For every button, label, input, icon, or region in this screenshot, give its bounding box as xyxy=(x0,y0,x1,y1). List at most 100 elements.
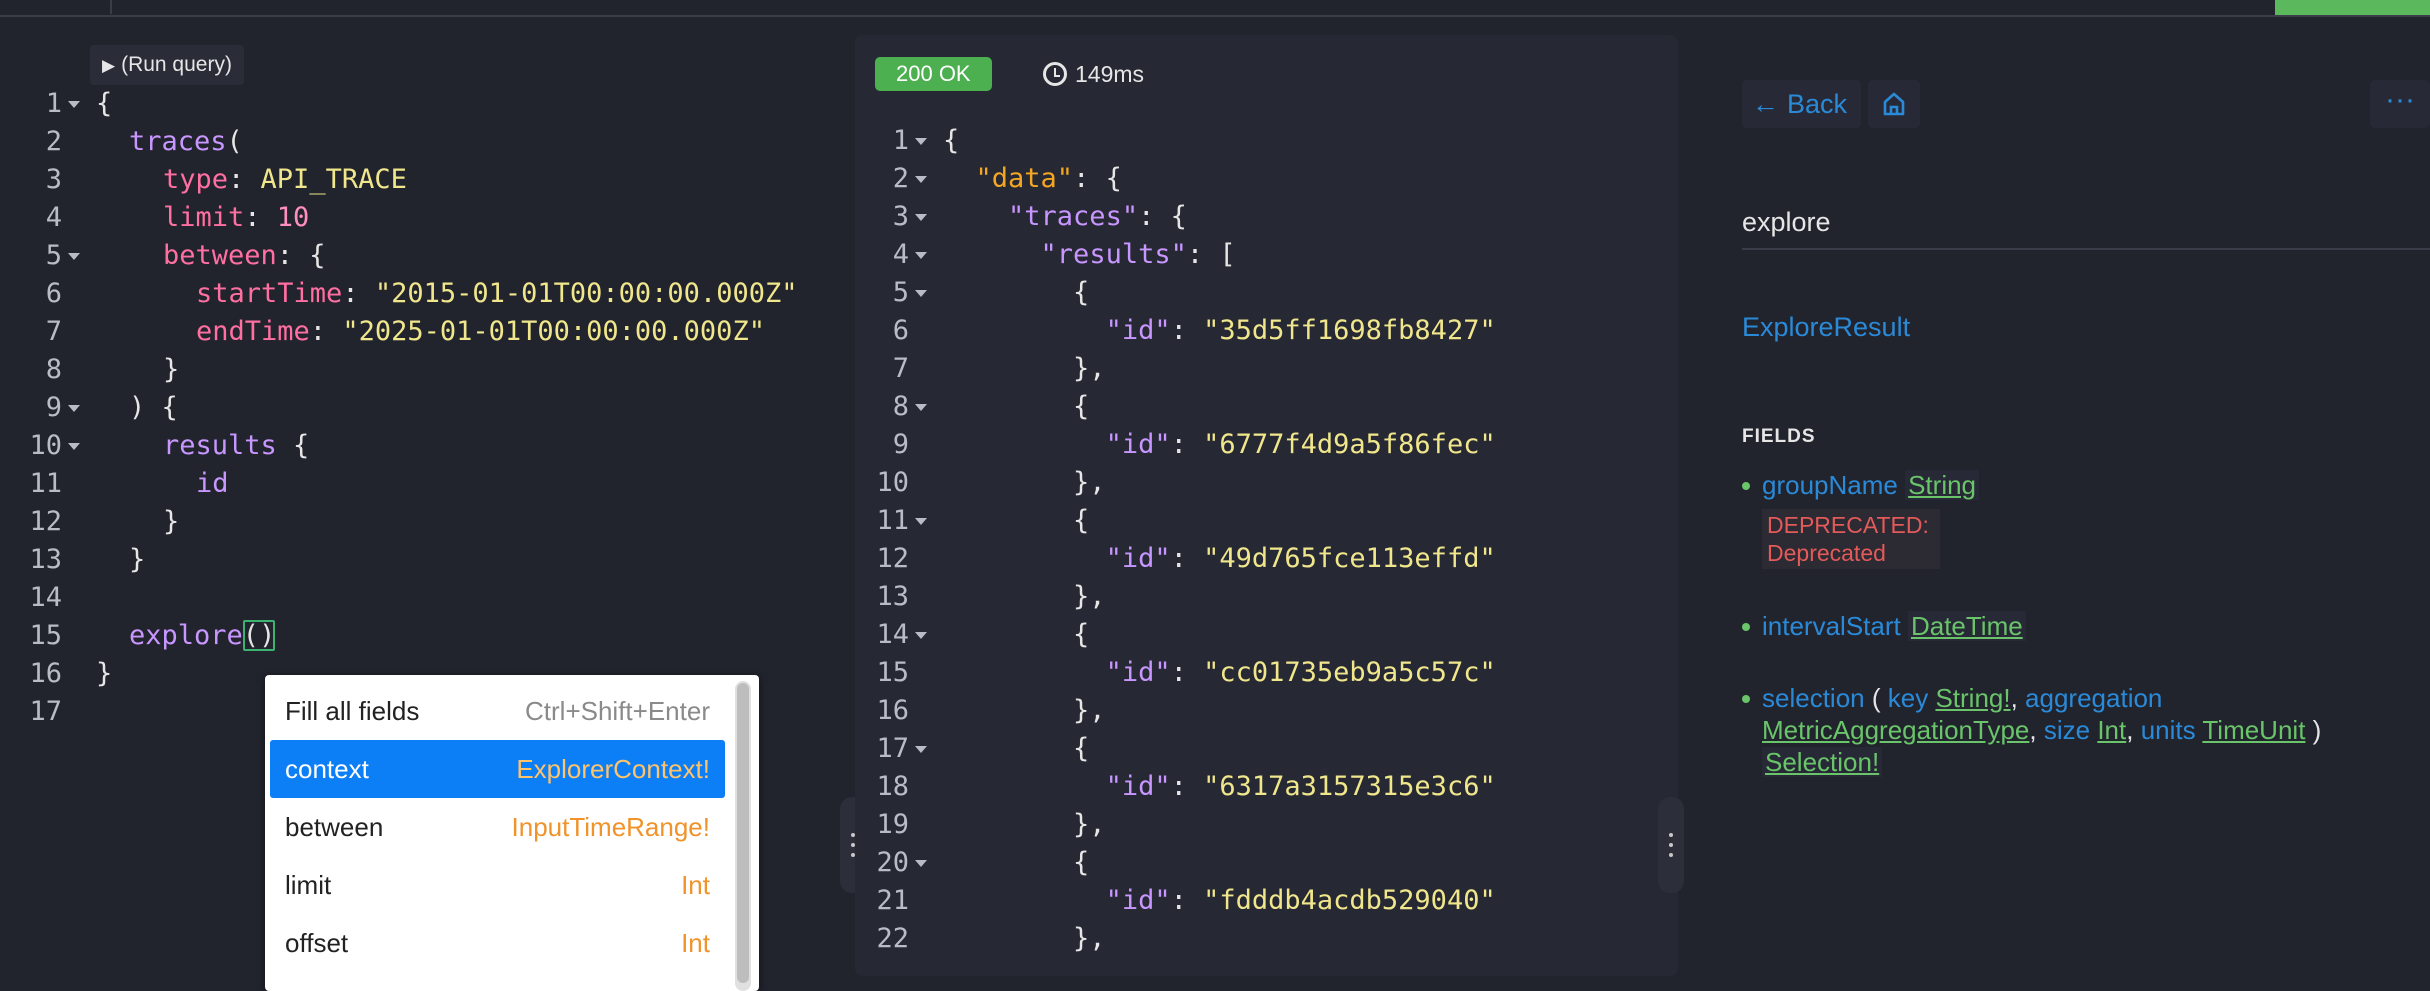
json-text: }, xyxy=(943,806,1106,844)
fold-arrow-icon[interactable] xyxy=(68,443,80,450)
code-line: 7 endTime: "2025-01-01T00:00:00.000Z" xyxy=(0,313,855,351)
json-punct: : xyxy=(1170,543,1204,574)
scrollbar-thumb[interactable] xyxy=(737,683,749,983)
more-button[interactable]: ··· xyxy=(2370,80,2430,128)
play-icon: ▶ xyxy=(102,56,116,75)
fold-arrow-icon[interactable] xyxy=(68,405,80,412)
field-name[interactable]: groupName xyxy=(1762,470,1898,500)
field-type[interactable]: DateTime xyxy=(1907,611,2026,641)
top-tab[interactable] xyxy=(0,0,112,14)
docs-return-type[interactable]: ExploreResult xyxy=(1742,312,1910,343)
home-button[interactable] xyxy=(1868,80,1920,128)
code-line: 8} xyxy=(0,351,855,389)
autocomplete-menu[interactable]: Fill all fields Ctrl+Shift+Enter context… xyxy=(265,675,759,991)
fold-arrow-icon[interactable] xyxy=(915,632,927,639)
query-editor[interactable]: ▶ (Run query) 1{ 2 traces( 3 type: API_TRAC… xyxy=(0,15,866,991)
fold-arrow-icon[interactable] xyxy=(915,176,927,183)
clock-icon xyxy=(1043,61,1067,86)
json-punct: { xyxy=(1073,391,1090,422)
fold-arrow-icon[interactable] xyxy=(68,101,80,108)
field-name[interactable]: selection xyxy=(1762,683,1865,713)
arg-type[interactable]: String! xyxy=(1935,683,2010,713)
fold-arrow-icon[interactable] xyxy=(915,746,927,753)
json-punct: }, xyxy=(1073,467,1106,498)
cursor-paren: () xyxy=(242,620,276,651)
result-resize-handle[interactable] xyxy=(1658,797,1684,893)
arg-starttime: startTime xyxy=(196,278,343,309)
line-number: 7 xyxy=(892,353,909,384)
json-text: { xyxy=(943,844,1089,882)
fold-arrow-icon[interactable] xyxy=(915,214,927,221)
json-text: "data": { xyxy=(943,160,1122,198)
json-punct: }, xyxy=(1073,353,1106,384)
autocomplete-item[interactable]: offset Int xyxy=(270,914,725,972)
json-value: "6317a3157315e3c6" xyxy=(1203,771,1496,802)
top-action-button[interactable] xyxy=(2275,0,2430,15)
line-number: 13 xyxy=(876,581,909,612)
line-number: 13 xyxy=(29,544,62,575)
json-key: "id" xyxy=(1105,657,1171,688)
field-type[interactable]: String xyxy=(1905,470,1980,500)
field-traces: traces xyxy=(129,126,227,157)
json-value: "49d765fce113effd" xyxy=(1203,543,1496,574)
code-text: } xyxy=(129,544,146,575)
fold-arrow-icon[interactable] xyxy=(915,252,927,259)
line-number: 1 xyxy=(45,88,62,119)
json-value: "35d5ff1698fb8427" xyxy=(1203,315,1496,346)
result-pane[interactable]: 200 OK 149ms 1{2 "data": {3 "traces": {4… xyxy=(855,35,1684,976)
autocomplete-item[interactable]: context ExplorerContext! xyxy=(270,740,725,798)
line-number: 22 xyxy=(876,923,909,954)
fold-arrow-icon[interactable] xyxy=(915,860,927,867)
field-name[interactable]: intervalStart xyxy=(1762,611,1901,641)
line-number: 6 xyxy=(892,315,909,346)
json-text: }, xyxy=(943,578,1106,616)
arg-type[interactable]: Int xyxy=(2097,715,2126,745)
run-query-button[interactable]: ▶ (Run query) xyxy=(90,45,244,85)
autocomplete-scrollbar[interactable] xyxy=(735,681,751,991)
fold-arrow-icon[interactable] xyxy=(68,253,80,260)
autocomplete-item-name: between xyxy=(285,812,384,842)
json-punct: { xyxy=(1073,619,1090,650)
line-number: 2 xyxy=(892,163,909,194)
arg-type[interactable]: MetricAggregationType xyxy=(1762,715,2029,745)
arg-type[interactable]: TimeUnit xyxy=(2202,715,2305,745)
json-text: "id": "6317a3157315e3c6" xyxy=(943,768,1496,806)
docs-title: explore xyxy=(1742,207,1831,237)
result-line: 21 "id": "fdddb4acdb529040" xyxy=(855,882,1678,920)
result-line: 3 "traces": { xyxy=(855,198,1678,236)
json-text: }, xyxy=(943,464,1106,502)
fold-arrow-icon[interactable] xyxy=(915,290,927,297)
fold-arrow-icon[interactable] xyxy=(915,138,927,145)
field-type[interactable]: Selection! xyxy=(1762,747,1883,777)
result-line: 22 }, xyxy=(855,920,1678,958)
json-text: { xyxy=(943,122,959,160)
json-text: }, xyxy=(943,692,1106,730)
json-text: { xyxy=(943,274,1089,312)
code-line: 12} xyxy=(0,503,855,541)
line-number: 4 xyxy=(45,202,62,233)
enum-value: API_TRACE xyxy=(260,164,407,195)
code-text: : { xyxy=(276,240,326,271)
back-button[interactable]: ← Back xyxy=(1742,80,1862,128)
autocomplete-fill-all[interactable]: Fill all fields Ctrl+Shift+Enter xyxy=(270,682,725,740)
code-text: ( xyxy=(242,620,260,651)
arg-name: units xyxy=(2140,715,2196,745)
line-number: 4 xyxy=(892,239,909,270)
fold-arrow-icon[interactable] xyxy=(915,404,927,411)
json-punct: : { xyxy=(1073,163,1122,194)
autocomplete-item[interactable]: limit Int xyxy=(270,856,725,914)
fold-arrow-icon[interactable] xyxy=(915,518,927,525)
result-line: 10 }, xyxy=(855,464,1678,502)
arg-name: key xyxy=(1887,683,1929,713)
autocomplete-item[interactable]: between InputTimeRange! xyxy=(270,798,725,856)
json-key: "traces" xyxy=(1008,201,1139,232)
line-number: 16 xyxy=(29,658,62,689)
code-text: } xyxy=(96,658,113,689)
json-punct: { xyxy=(1073,733,1090,764)
